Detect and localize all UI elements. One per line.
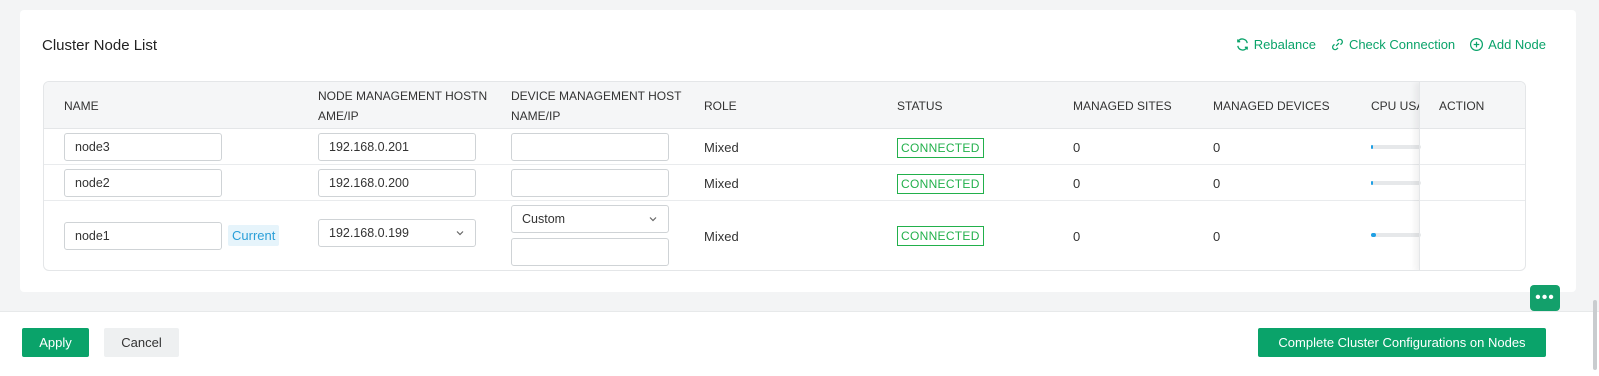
status-badge: CONNECTED [897, 174, 984, 194]
cpu-usage-fill [1371, 181, 1373, 185]
col-cpu-usage: CPU USA [1371, 98, 1419, 113]
footer-bar: Apply Cancel Complete Cluster Configurat… [0, 311, 1599, 376]
table-row: node2 192.168.0.200 Mixed CONNECTED 0 0 [44, 165, 1525, 201]
managed-sites-cell: 0 [1073, 139, 1081, 155]
table-row: node1 Current 192.168.0.199 Custom Mixed… [44, 201, 1525, 270]
add-node-button[interactable]: Add Node [1469, 37, 1546, 52]
cpu-usage-fill [1371, 233, 1376, 237]
device-management-mode-value: Custom [522, 212, 566, 226]
apply-button[interactable]: Apply [22, 328, 89, 357]
device-management-mode-select[interactable]: Custom [511, 205, 669, 233]
managed-sites-cell: 0 [1073, 175, 1081, 191]
managed-devices-cell: 0 [1213, 175, 1221, 191]
table-row: node3 192.168.0.201 Mixed CONNECTED 0 0 [44, 129, 1525, 165]
managed-devices-cell: 0 [1213, 139, 1221, 155]
plus-circle-icon [1470, 37, 1484, 52]
col-role: ROLE [704, 98, 737, 113]
col-device-management: DEVICE MANAGEMENT HOST NAME/IP [511, 82, 681, 129]
node-management-ip-select[interactable]: 192.168.0.199 [318, 219, 476, 247]
cluster-node-card: Cluster Node List Rebalance Check Connec… [20, 10, 1576, 292]
chevron-down-icon [456, 231, 464, 236]
col-device-management-line2: NAME/IP [511, 108, 561, 123]
link-icon [1332, 38, 1343, 51]
current-tag: Current [228, 225, 280, 246]
scrollbar-thumb[interactable] [1593, 300, 1597, 370]
node-management-ip-input[interactable]: 192.168.0.201 [318, 133, 476, 161]
col-name: NAME [64, 98, 99, 113]
col-managed-sites: MANAGED SITES [1073, 98, 1172, 113]
cpu-usage-bar [1371, 181, 1421, 185]
table-header: NAME NODE MANAGEMENT HOSTN AME/IP DEVICE… [44, 82, 1525, 129]
chat-button[interactable]: ••• [1530, 285, 1560, 311]
node-table: NAME NODE MANAGEMENT HOSTN AME/IP DEVICE… [43, 81, 1526, 271]
col-node-management: NODE MANAGEMENT HOSTN AME/IP [318, 82, 487, 129]
add-node-label: Add Node [1488, 37, 1546, 52]
page-scrollbar[interactable] [1589, 0, 1599, 376]
check-connection-button[interactable]: Check Connection [1330, 37, 1455, 52]
device-management-host-input[interactable] [511, 238, 669, 266]
col-status: STATUS [897, 98, 943, 113]
rebalance-button[interactable]: Rebalance [1235, 37, 1316, 52]
device-management-host-input[interactable] [511, 169, 669, 197]
status-badge: CONNECTED [897, 138, 984, 158]
cpu-usage-fill [1371, 145, 1373, 149]
chevron-down-icon [649, 217, 657, 222]
chat-icon: ••• [1535, 289, 1555, 306]
node-management-ip-input[interactable]: 192.168.0.200 [318, 169, 476, 197]
node-name-input[interactable]: node1 [64, 222, 222, 250]
col-managed-devices: MANAGED DEVICES [1213, 98, 1330, 113]
cancel-button[interactable]: Cancel [104, 328, 179, 357]
managed-sites-cell: 0 [1073, 229, 1081, 244]
rebalance-label: Rebalance [1253, 37, 1316, 52]
card-title: Cluster Node List [42, 37, 158, 54]
managed-devices-cell: 0 [1213, 229, 1221, 244]
action-column [1419, 82, 1525, 270]
role-cell: Mixed [704, 139, 739, 155]
node-name-input[interactable]: node2 [64, 169, 222, 197]
role-cell: Mixed [704, 175, 739, 191]
col-node-management-line2: AME/IP [318, 108, 359, 123]
role-cell: Mixed [704, 229, 739, 244]
cpu-usage-bar [1371, 233, 1421, 237]
col-node-management-line1: NODE MANAGEMENT HOSTN [318, 88, 488, 103]
complete-cluster-config-button[interactable]: Complete Cluster Configurations on Nodes [1258, 328, 1546, 357]
check-connection-label: Check Connection [1348, 37, 1456, 52]
status-badge: CONNECTED [897, 226, 984, 246]
col-device-management-line1: DEVICE MANAGEMENT HOST [511, 88, 682, 103]
card-actions: Rebalance Check Connection Add Node [1235, 37, 1546, 52]
device-management-host-input[interactable] [511, 133, 669, 161]
refresh-icon [1236, 38, 1248, 51]
node-management-ip-value: 192.168.0.199 [329, 226, 409, 240]
node-name-input[interactable]: node3 [64, 133, 222, 161]
cpu-usage-bar [1371, 145, 1421, 149]
